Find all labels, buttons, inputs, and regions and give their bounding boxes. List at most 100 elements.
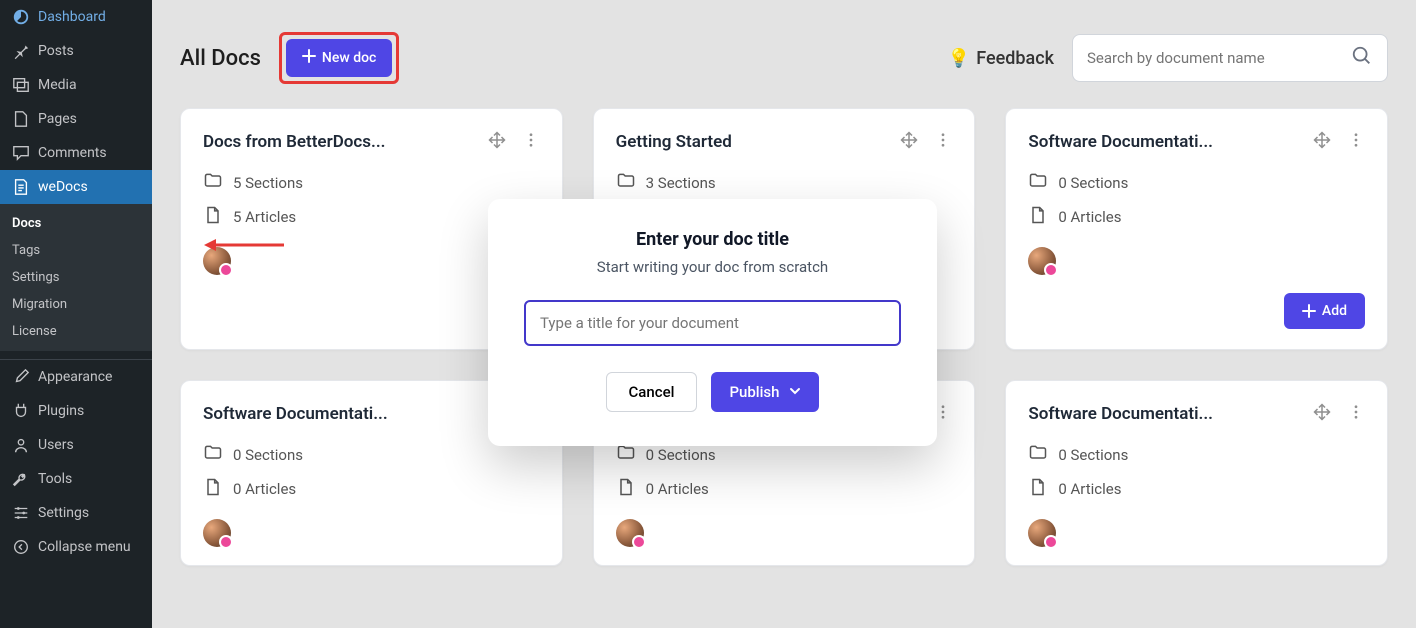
bulb-icon: 💡 xyxy=(948,48,970,69)
comment-icon xyxy=(12,144,30,162)
sidebar-item-pages[interactable]: Pages xyxy=(0,102,152,136)
publish-label: Publish xyxy=(729,383,779,401)
card-title: Docs from BetterDocs... xyxy=(203,132,385,152)
doc-card: Software Documentati... 0 Sections 0 Arti… xyxy=(1005,380,1388,566)
folder-icon xyxy=(203,171,223,195)
sections-row: 5 Sections xyxy=(203,171,540,195)
file-icon xyxy=(203,205,223,229)
publish-button[interactable]: Publish xyxy=(711,372,819,412)
folder-icon xyxy=(1028,171,1048,195)
sections-row: 0 Sections xyxy=(203,443,540,467)
move-icon[interactable] xyxy=(1313,403,1331,425)
collapse-icon xyxy=(12,538,30,556)
sidebar-submenu: Docs Tags Settings Migration License xyxy=(0,204,152,351)
search-box[interactable] xyxy=(1072,34,1388,82)
articles-row: 0 Articles xyxy=(1028,205,1365,229)
author-avatar xyxy=(1028,247,1056,275)
sidebar-sub-tags[interactable]: Tags xyxy=(0,237,152,264)
sidebar-sub-license[interactable]: License xyxy=(0,318,152,345)
sidebar-label: Media xyxy=(38,77,77,93)
sidebar-sub-migration[interactable]: Migration xyxy=(0,291,152,318)
sidebar-item-appearance[interactable]: Appearance xyxy=(0,360,152,394)
feedback-link[interactable]: 💡 Feedback xyxy=(948,48,1054,69)
file-icon xyxy=(203,477,223,501)
topbar: All Docs New doc 💡 Feedback xyxy=(180,0,1388,108)
sidebar-label: Settings xyxy=(38,505,89,521)
modal-subtitle: Start writing your doc from scratch xyxy=(524,258,901,276)
sidebar-label: Appearance xyxy=(38,369,112,385)
folder-icon xyxy=(616,171,636,195)
sidebar-label: Comments xyxy=(38,145,107,161)
sidebar-item-tools[interactable]: Tools xyxy=(0,462,152,496)
author-avatar xyxy=(1028,519,1056,547)
wrench-icon xyxy=(12,470,30,488)
sidebar-item-media[interactable]: Media xyxy=(0,68,152,102)
pin-icon xyxy=(12,42,30,60)
card-title: Software Documentati... xyxy=(203,404,388,424)
cancel-button[interactable]: Cancel xyxy=(606,372,698,412)
more-icon[interactable] xyxy=(522,131,540,153)
file-icon xyxy=(1028,205,1048,229)
sidebar-item-settings[interactable]: Settings xyxy=(0,496,152,530)
annotation-highlight: New doc xyxy=(279,32,399,84)
page-icon xyxy=(12,110,30,128)
page-title: All Docs xyxy=(180,46,261,71)
sections-row: 0 Sections xyxy=(1028,171,1365,195)
sidebar-label: weDocs xyxy=(38,179,88,195)
more-icon[interactable] xyxy=(934,131,952,153)
media-icon xyxy=(12,76,30,94)
sidebar-item-comments[interactable]: Comments xyxy=(0,136,152,170)
doc-card: Software Documentati... 0 Sections0 Arti… xyxy=(1005,108,1388,350)
document-icon xyxy=(12,178,30,196)
sidebar-label: Users xyxy=(38,437,74,453)
move-icon[interactable] xyxy=(1313,131,1331,153)
brush-icon xyxy=(12,368,30,386)
sidebar-label: Posts xyxy=(38,43,74,59)
sections-row: 0 Sections xyxy=(616,443,953,467)
folder-icon xyxy=(616,443,636,467)
sidebar-sub-docs[interactable]: Docs xyxy=(0,210,152,237)
add-button[interactable]: Add xyxy=(1284,293,1365,329)
sidebar-item-dashboard[interactable]: Dashboard xyxy=(0,0,152,34)
card-title: Getting Started xyxy=(616,132,732,152)
sliders-icon xyxy=(12,504,30,522)
articles-row: 0 Articles xyxy=(203,477,540,501)
new-doc-modal: Enter your doc title Start writing your … xyxy=(488,199,937,446)
sidebar-label: Collapse menu xyxy=(38,539,131,555)
sections-row: 0 Sections xyxy=(1028,443,1365,467)
move-icon[interactable] xyxy=(488,131,506,153)
articles-row: 0 Articles xyxy=(616,477,953,501)
modal-title: Enter your doc title xyxy=(524,229,901,250)
sidebar-label: Pages xyxy=(38,111,77,127)
sidebar-label: Plugins xyxy=(38,403,84,419)
card-title: Software Documentati... xyxy=(1028,404,1213,424)
file-icon xyxy=(1028,477,1048,501)
new-doc-button[interactable]: New doc xyxy=(286,39,392,77)
author-avatar xyxy=(203,519,231,547)
more-icon[interactable] xyxy=(934,403,952,425)
sidebar-item-posts[interactable]: Posts xyxy=(0,34,152,68)
feedback-label: Feedback xyxy=(976,48,1054,69)
author-avatar xyxy=(203,247,231,275)
more-icon[interactable] xyxy=(1347,403,1365,425)
sidebar-item-users[interactable]: Users xyxy=(0,428,152,462)
doc-title-input[interactable] xyxy=(524,300,901,346)
author-avatar xyxy=(616,519,644,547)
search-input[interactable] xyxy=(1087,49,1351,67)
folder-icon xyxy=(1028,443,1048,467)
move-icon[interactable] xyxy=(900,131,918,153)
sidebar-sub-settings[interactable]: Settings xyxy=(0,264,152,291)
sidebar-item-wedocs[interactable]: weDocs xyxy=(0,170,152,204)
articles-row: 0 Articles xyxy=(1028,477,1365,501)
sidebar-item-collapse[interactable]: Collapse menu xyxy=(0,530,152,564)
sidebar-item-plugins[interactable]: Plugins xyxy=(0,394,152,428)
sidebar-label: Dashboard xyxy=(38,9,106,25)
admin-sidebar: Dashboard Posts Media Pages Comments weD… xyxy=(0,0,152,628)
more-icon[interactable] xyxy=(1347,131,1365,153)
search-icon xyxy=(1351,45,1373,71)
new-doc-label: New doc xyxy=(322,50,376,66)
plus-icon xyxy=(302,49,316,67)
folder-icon xyxy=(203,443,223,467)
file-icon xyxy=(616,477,636,501)
chevron-down-icon xyxy=(789,383,801,401)
